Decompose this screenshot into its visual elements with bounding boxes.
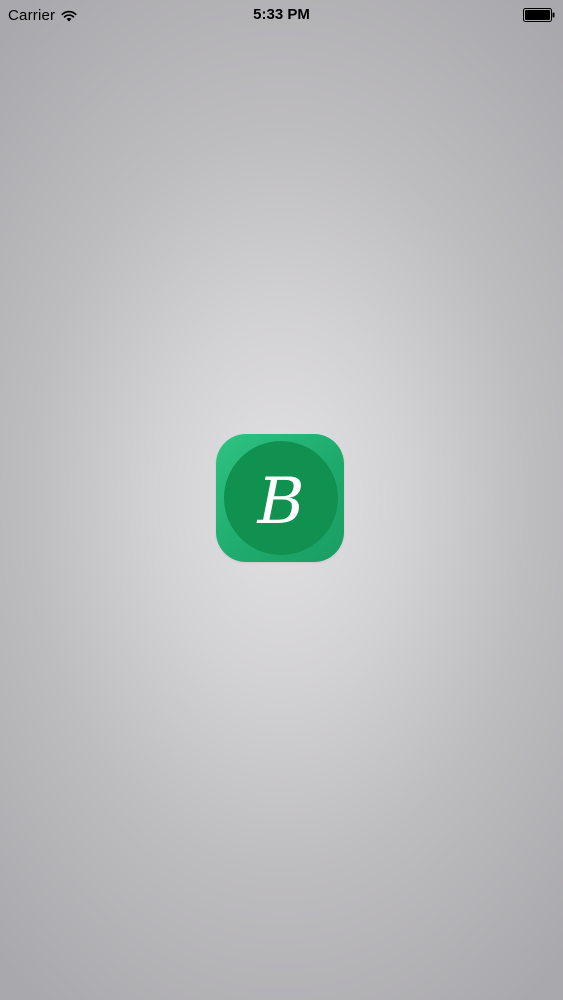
app-logo-icon: B — [216, 434, 344, 562]
battery-full-icon — [523, 8, 556, 22]
logo-circle: B — [224, 441, 338, 555]
status-time: 5:33 PM — [253, 6, 310, 23]
status-bar: Carrier 5:33 PM — [0, 0, 563, 30]
logo-letter-graphic: B — [256, 465, 304, 539]
logo-letter: B — [256, 465, 304, 539]
